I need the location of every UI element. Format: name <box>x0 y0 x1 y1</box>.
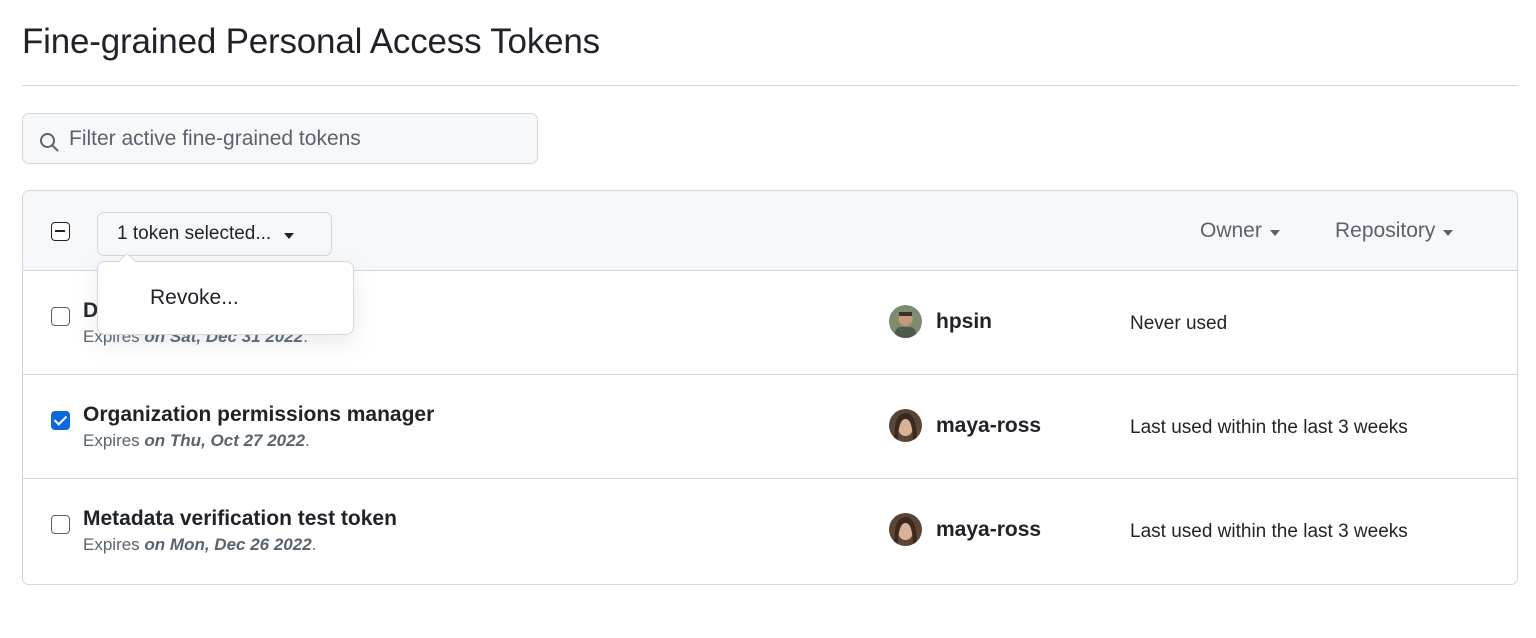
owner-name[interactable]: maya-ross <box>936 414 1041 438</box>
chevron-down-icon <box>1269 229 1280 236</box>
token-row-checkbox[interactable] <box>51 411 70 430</box>
repository-filter-dropdown[interactable]: Repository <box>1335 219 1454 243</box>
token-usage: Last used within the last 3 weeks <box>1130 417 1408 438</box>
token-usage: Never used <box>1130 313 1228 334</box>
owner-filter-label: Owner <box>1200 219 1262 242</box>
token-name[interactable]: Organization permissions manager <box>83 403 434 427</box>
token-expiration: Expires on Mon, Dec 26 2022. <box>83 535 317 554</box>
chevron-down-icon <box>284 232 295 239</box>
token-usage: Last used within the last 3 weeks <box>1130 521 1408 542</box>
revoke-menu-item[interactable]: Revoke... <box>150 286 239 310</box>
owner-filter-dropdown[interactable]: Owner <box>1200 219 1280 243</box>
token-name[interactable]: Metadata verification test token <box>83 507 397 531</box>
avatar[interactable] <box>889 409 922 442</box>
tokens-table: 1 token selected... Owner Repository D E… <box>22 190 1518 585</box>
expiration-date: on Mon, Dec 26 2022 <box>144 535 312 554</box>
expiration-date: on Thu, Oct 27 2022 <box>144 431 306 450</box>
repository-filter-label: Repository <box>1335 219 1436 242</box>
owner-cell: maya-ross <box>889 513 1041 546</box>
token-filter-box[interactable] <box>22 113 538 164</box>
token-row: Organization permissions manager Expires… <box>23 375 1517 479</box>
avatar[interactable] <box>889 305 922 338</box>
token-row: Metadata verification test token Expires… <box>23 479 1517 583</box>
bulk-actions-button[interactable]: 1 token selected... <box>97 212 332 256</box>
token-row-checkbox[interactable] <box>51 515 70 534</box>
chevron-down-icon <box>1443 229 1454 236</box>
token-expiration: Expires on Thu, Oct 27 2022. <box>83 431 310 450</box>
avatar[interactable] <box>889 513 922 546</box>
token-name[interactable]: D <box>83 299 98 323</box>
owner-cell: maya-ross <box>889 409 1041 442</box>
bulk-actions-menu: Revoke... <box>97 253 354 335</box>
token-row-checkbox[interactable] <box>51 307 70 326</box>
search-icon <box>40 132 59 151</box>
title-divider <box>22 85 1518 86</box>
owner-cell: hpsin <box>889 305 992 338</box>
select-all-checkbox[interactable] <box>51 222 70 241</box>
table-header: 1 token selected... Owner Repository <box>23 191 1517 271</box>
token-filter-input[interactable] <box>69 118 509 159</box>
owner-name[interactable]: hpsin <box>936 310 992 334</box>
bulk-actions-label: 1 token selected... <box>117 223 272 244</box>
page-title: Fine-grained Personal Access Tokens <box>22 22 600 61</box>
owner-name[interactable]: maya-ross <box>936 518 1041 542</box>
